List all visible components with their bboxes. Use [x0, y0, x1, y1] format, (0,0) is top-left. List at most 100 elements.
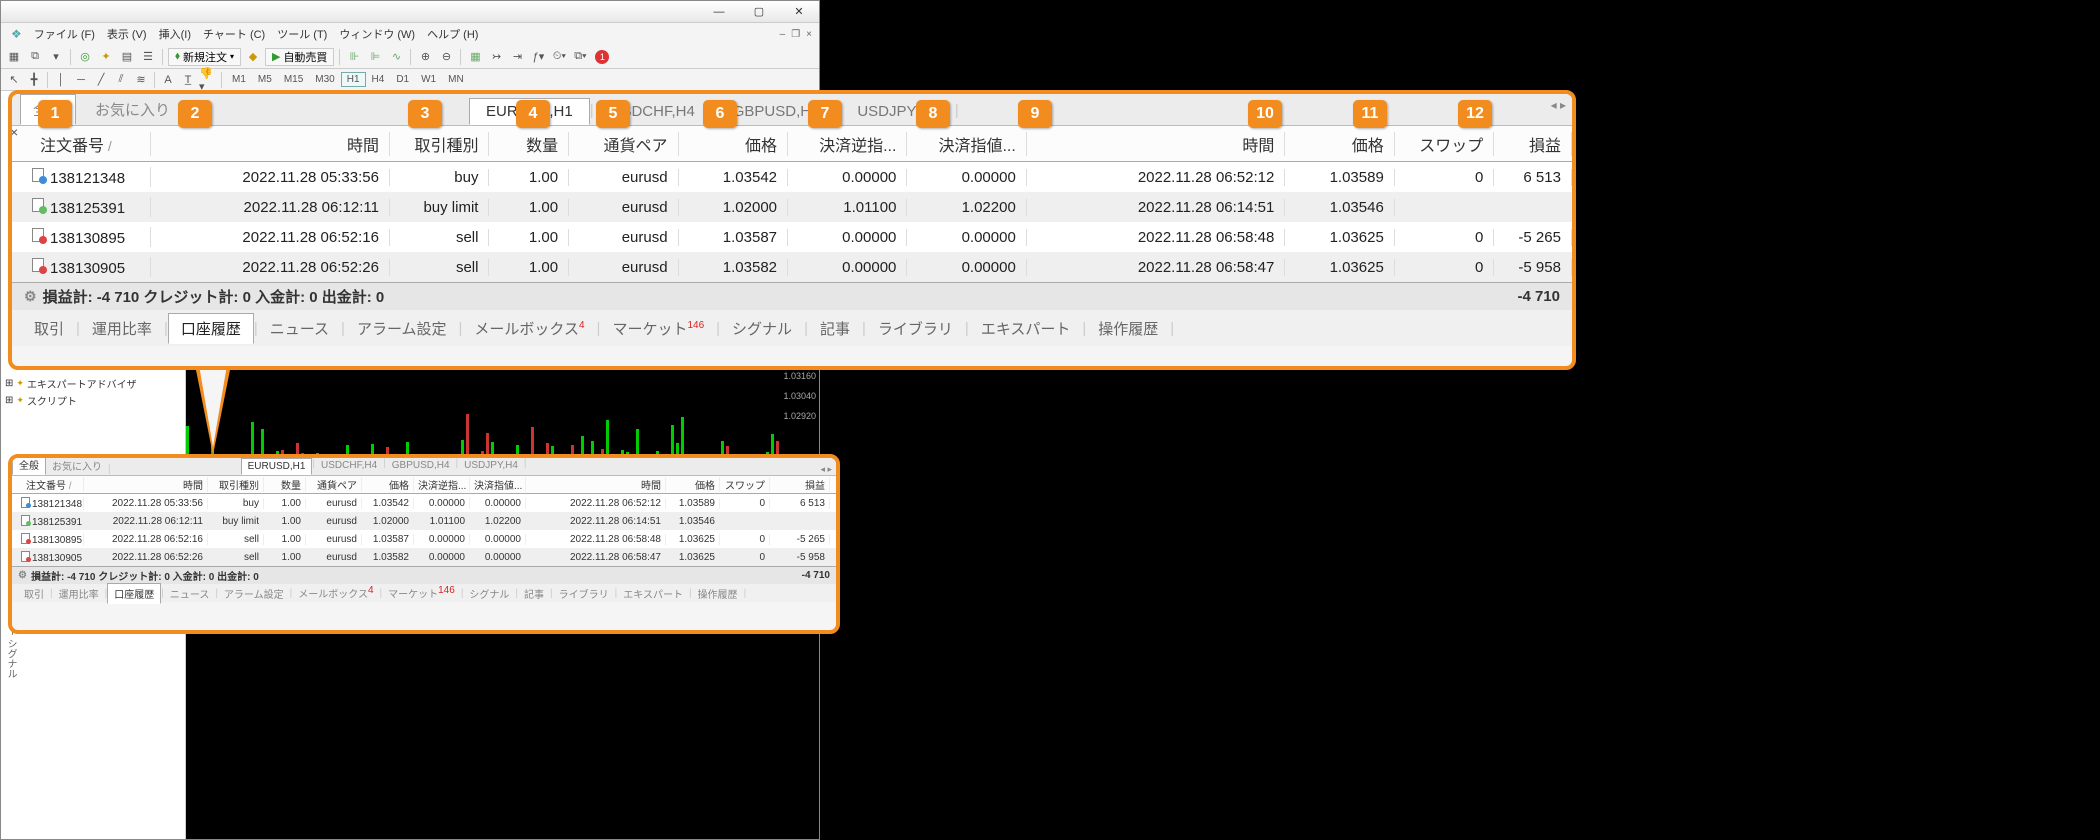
tab-favorites-sm[interactable]: お気に入り — [46, 456, 108, 475]
maximize-button[interactable]: ▢ — [739, 1, 779, 23]
col-sl[interactable]: 決済逆指... — [788, 132, 907, 156]
tab-news[interactable]: ニュース — [258, 314, 341, 343]
tab-mailbox[interactable]: メールボックス4 — [462, 314, 596, 343]
col-time1[interactable]: 時間 — [151, 132, 390, 156]
tab-market[interactable]: マーケット146 — [600, 314, 716, 343]
col-swap[interactable]: スワップ — [1395, 132, 1495, 156]
notification-badge[interactable]: 1 — [595, 50, 609, 64]
tab-scroll-sm[interactable]: ◂ ▸ — [816, 464, 836, 475]
tab-expert[interactable]: エキスパート — [969, 314, 1083, 343]
tab-signal[interactable]: シグナル — [720, 314, 804, 343]
label-icon[interactable]: T̲ — [179, 71, 197, 89]
timeframe-H1[interactable]: H1 — [341, 72, 366, 87]
menubar: ❖ ファイル (F) 表示 (V) 挿入(I) チャート (C) ツール (T)… — [1, 23, 819, 45]
nav-expert-advisors[interactable]: ⊞✦エキスパートアドバイザ — [3, 375, 183, 392]
minimize-button[interactable]: — — [699, 1, 739, 23]
crosshair-icon[interactable]: ╋ — [25, 71, 43, 89]
scroll-icon[interactable]: ↣ — [487, 48, 505, 66]
zoom-out-icon[interactable]: ⊖ — [437, 48, 455, 66]
tab-trade[interactable]: 取引 — [22, 314, 76, 343]
col-pair[interactable]: 通貨ペア — [569, 132, 678, 156]
col-pl[interactable]: 損益 — [1494, 132, 1572, 156]
timeframe-M30[interactable]: M30 — [309, 72, 340, 87]
bar-chart-icon[interactable]: ⊪ — [345, 48, 363, 66]
history-row-sm[interactable]: 1381213482022.11.28 05:33:56buy1.00eurus… — [12, 494, 836, 512]
history-row-sm[interactable]: 1381308952022.11.28 06:52:16sell1.00euru… — [12, 530, 836, 548]
history-row-sm[interactable]: 1381309052022.11.28 06:52:26sell1.00euru… — [12, 548, 836, 566]
history-row[interactable]: 1381308952022.11.28 06:52:16sell1.00euru… — [12, 222, 1572, 252]
tab-library[interactable]: ライブラリ — [866, 314, 965, 343]
tab-history[interactable]: 口座履歴 — [168, 313, 254, 344]
zoom-in-icon[interactable]: ⊕ — [416, 48, 434, 66]
menu-chart[interactable]: チャート (C) — [197, 26, 271, 42]
callout-marker-5: 5 — [596, 100, 630, 128]
close-button[interactable]: ✕ — [779, 1, 819, 23]
open-icon[interactable]: ▦ — [5, 48, 23, 66]
callout-marker-10: 10 — [1248, 100, 1282, 128]
history-row[interactable]: 1381253912022.11.28 06:12:11buy limit1.0… — [12, 192, 1572, 222]
tab-ratio[interactable]: 運用比率 — [80, 314, 164, 343]
tab-alarm[interactable]: アラーム設定 — [345, 314, 459, 343]
menu-file[interactable]: ファイル (F) — [28, 26, 101, 42]
callout-marker-3: 3 — [408, 100, 442, 128]
col-price2[interactable]: 価格 — [1285, 132, 1394, 156]
fib-icon[interactable]: ≋ — [132, 71, 150, 89]
navigator-icon[interactable]: ✦ — [97, 48, 115, 66]
menu-view[interactable]: 表示 (V) — [101, 26, 153, 42]
tester-icon[interactable]: ☰ — [139, 48, 157, 66]
col-type[interactable]: 取引種別 — [390, 132, 490, 156]
history-row-sm[interactable]: 1381253912022.11.28 06:12:11buy limit1.0… — [12, 512, 836, 530]
menu-help[interactable]: ヘルプ (H) — [421, 26, 484, 42]
tab-general-sm[interactable]: 全般 — [12, 454, 46, 475]
timeframe-MN[interactable]: MN — [442, 72, 470, 87]
col-time2[interactable]: 時間 — [1027, 132, 1286, 156]
timeframe-M1[interactable]: M1 — [226, 72, 252, 87]
terminal-icon[interactable]: ▤ — [118, 48, 136, 66]
tab-favorites[interactable]: お気に入り — [82, 94, 183, 125]
nav-scripts[interactable]: ⊞✦スクリプト — [3, 392, 183, 409]
vline-icon[interactable]: │ — [52, 71, 70, 89]
timeframe-M5[interactable]: M5 — [252, 72, 278, 87]
menu-window[interactable]: ウィンドウ (W) — [333, 26, 421, 42]
profile-icon[interactable]: ▾ — [47, 48, 65, 66]
text-icon[interactable]: A — [159, 71, 177, 89]
tab-scroll-left[interactable]: ◂ — [1551, 98, 1557, 112]
save-icon[interactable]: ⧉ — [26, 48, 44, 66]
tab-log[interactable]: 操作履歴 — [1086, 314, 1170, 343]
timeframe-M15[interactable]: M15 — [278, 72, 309, 87]
menu-tools[interactable]: ツール (T) — [271, 26, 333, 42]
history-header-sm: 注文番号 / 時間 取引種別 数量 通貨ペア 価格 決済逆指... 決済指値..… — [12, 476, 836, 494]
candle-chart-icon[interactable]: ⊫ — [366, 48, 384, 66]
channel-icon[interactable]: ⫽ — [112, 71, 130, 89]
menu-insert[interactable]: 挿入(I) — [153, 26, 197, 42]
shift-icon[interactable]: ⇥ — [508, 48, 526, 66]
timeframe-W1[interactable]: W1 — [415, 72, 442, 87]
col-volume[interactable]: 数量 — [489, 132, 569, 156]
templates-icon[interactable]: ⧉▾ — [571, 48, 589, 66]
new-order-button[interactable]: ⬧新規注文▾ — [168, 48, 241, 66]
panel-close-icon[interactable]: × — [10, 124, 18, 140]
col-price1[interactable]: 価格 — [679, 132, 788, 156]
periods-icon[interactable]: ⏲▾ — [550, 48, 568, 66]
tab-scroll-right[interactable]: ▸ — [1560, 98, 1566, 112]
cursor-icon[interactable]: ↖ — [5, 71, 23, 89]
grid-icon[interactable]: ▦ — [466, 48, 484, 66]
col-order[interactable]: 注文番号 / — [12, 132, 151, 156]
history-row[interactable]: 1381213482022.11.28 05:33:56buy1.00eurus… — [12, 162, 1572, 192]
indicators-icon[interactable]: ƒ▾ — [529, 48, 547, 66]
line-chart-icon[interactable]: ∿ — [387, 48, 405, 66]
arrows-icon[interactable]: 👎▾ — [199, 71, 217, 89]
col-tp[interactable]: 決済指値... — [907, 132, 1026, 156]
timeframe-H4[interactable]: H4 — [366, 72, 391, 87]
hline-icon[interactable]: ─ — [72, 71, 90, 89]
history-row[interactable]: 1381309052022.11.28 06:52:26sell1.00euru… — [12, 252, 1572, 282]
history-header: 注文番号 / 時間 取引種別 数量 通貨ペア 価格 決済逆指... 決済指値..… — [12, 126, 1572, 162]
metaeditor-icon[interactable]: ◆ — [244, 48, 262, 66]
gear-icon[interactable]: ⚙ — [24, 288, 37, 305]
autotrading-button[interactable]: ▶自動売買 — [265, 48, 334, 66]
market-watch-icon[interactable]: ◎ — [76, 48, 94, 66]
tab-article[interactable]: 記事 — [808, 314, 862, 343]
callout-marker-4: 4 — [516, 100, 550, 128]
trendline-icon[interactable]: ╱ — [92, 71, 110, 89]
timeframe-D1[interactable]: D1 — [390, 72, 415, 87]
